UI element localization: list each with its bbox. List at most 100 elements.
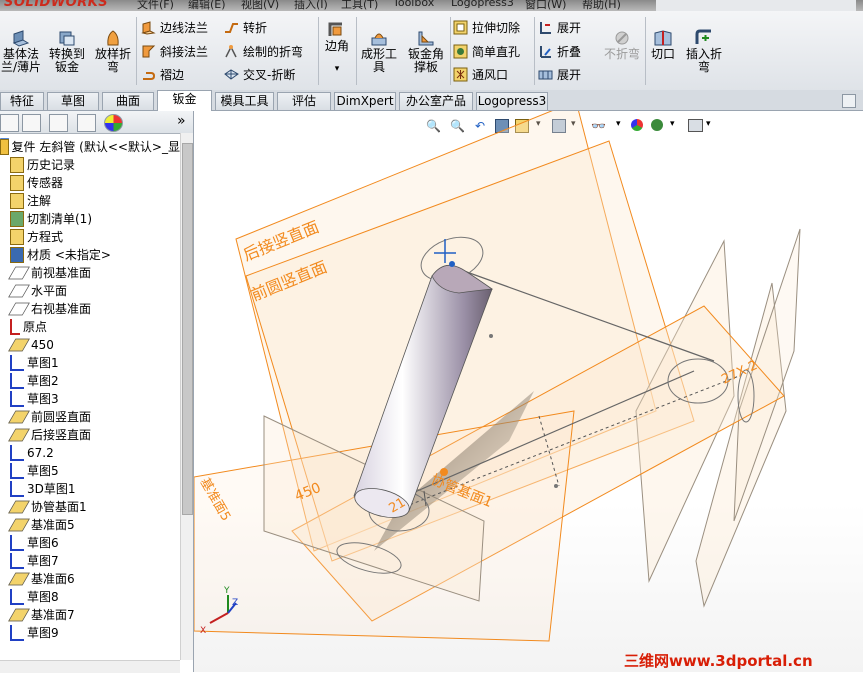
sensor-icon: [10, 175, 24, 191]
scrollbar-thumb[interactable]: [182, 143, 193, 515]
feature-tree-item[interactable]: 草图2: [10, 372, 59, 390]
rip-button[interactable]: 切口: [648, 29, 678, 61]
unfold-label: 展开: [557, 20, 582, 35]
feature-tree-item[interactable]: 切割清单(1): [10, 210, 92, 228]
feature-tree-item[interactable]: 方程式: [10, 228, 63, 246]
feature-tree-item[interactable]: 基准面5: [8, 516, 75, 534]
menu-insert[interactable]: 插入(I): [294, 0, 328, 11]
cross-break-button[interactable]: 交叉-折断: [224, 65, 295, 83]
tab-features[interactable]: 特征: [0, 92, 44, 110]
plane-yellow-icon: [8, 338, 30, 352]
corners-button[interactable]: 边角 ▾: [322, 21, 352, 76]
tab-evaluate[interactable]: 评估: [277, 92, 331, 110]
edge-flange-button[interactable]: 边线法兰: [141, 18, 208, 36]
tab-surfaces[interactable]: 曲面: [102, 92, 154, 110]
menu-file[interactable]: 文件(F): [137, 0, 174, 11]
feature-tree-item[interactable]: 3D草图1: [10, 480, 76, 498]
feature-tree-item[interactable]: 注解: [10, 192, 51, 210]
feature-tree-hscrollbar[interactable]: [0, 660, 180, 673]
feature-tree-item[interactable]: 右视基准面: [8, 300, 91, 318]
fold-button[interactable]: 折叠: [538, 42, 581, 60]
sheetmetal-gusset-button[interactable]: 钣金角 撑板: [403, 29, 449, 74]
menu-toolbox[interactable]: Toolbox: [393, 0, 434, 9]
history-icon: [10, 157, 24, 173]
display-manager-tab-icon[interactable]: [104, 114, 123, 132]
material-icon: [10, 247, 24, 263]
edge-flange-icon: [141, 20, 156, 35]
graphics-area[interactable]: 🔍 🔍 ↶ ▾ ▾ 👓 ▾ ▾ ▾ 后接竖直面 前圆竖直面 450 协管基面1 …: [194, 111, 863, 672]
feature-tree-item[interactable]: 450: [8, 336, 54, 354]
tab-sketch[interactable]: 草图: [47, 92, 99, 110]
dimxpert-manager-tab-icon[interactable]: [77, 114, 96, 132]
tab-office-products[interactable]: 办公室产品: [399, 92, 473, 110]
corners-dropdown-icon[interactable]: ▾: [322, 63, 352, 76]
menu-window[interactable]: 窗口(W): [525, 0, 566, 11]
feature-tree-item[interactable]: 前视基准面: [8, 264, 91, 282]
tab-sheetmetal[interactable]: 钣金: [157, 90, 212, 111]
sketch-point-2[interactable]: [554, 484, 558, 488]
feature-tree-tab-icon[interactable]: [0, 114, 19, 132]
menu-edit[interactable]: 编辑(E): [188, 0, 226, 11]
tree-root[interactable]: 复件 左斜管 (默认<<默认>_显: [0, 138, 180, 156]
plane-yellow-icon: [8, 428, 30, 442]
convert-to-sheetmetal-button[interactable]: 转换到 钣金: [45, 29, 89, 74]
no-bends-button[interactable]: 不折弯: [600, 29, 644, 61]
flatten-button[interactable]: 展开: [538, 65, 581, 83]
menu-view[interactable]: 视图(V): [241, 0, 279, 11]
feature-tree-item[interactable]: 协管基面1: [8, 498, 87, 516]
hem-button[interactable]: 褶边: [141, 65, 184, 83]
tab-logopress[interactable]: Logopress3: [476, 92, 548, 110]
feature-tree-item[interactable]: 材质 <未指定>: [10, 246, 111, 264]
feature-tree-item[interactable]: 历史记录: [10, 156, 75, 174]
feature-tree-item[interactable]: 水平面: [8, 282, 67, 300]
insert-bends-button[interactable]: 插入折 弯: [682, 29, 726, 74]
feature-tree-item[interactable]: 基准面6: [8, 570, 75, 588]
vent-button[interactable]: 通风口: [453, 65, 508, 83]
sheetmetal-gusset-label: 钣金角 撑板: [407, 47, 444, 74]
property-manager-tab-icon[interactable]: [22, 114, 41, 132]
plane-yellow-icon: [8, 410, 30, 424]
simple-hole-button[interactable]: 简单直孔: [453, 42, 520, 60]
annotation-icon: [10, 193, 24, 209]
sketch-icon: [10, 625, 24, 641]
equation-icon: [10, 229, 24, 245]
feature-tree-item[interactable]: 草图9: [10, 624, 59, 642]
model-viewport[interactable]: 后接竖直面 前圆竖直面 450 协管基面1 基准面5 21 27X-2 Y X …: [194, 111, 863, 672]
tab-dimxpert[interactable]: DimXpert: [334, 92, 396, 110]
feature-tree-item[interactable]: 草图5: [10, 462, 59, 480]
configuration-manager-tab-icon[interactable]: [49, 114, 68, 132]
feature-tree-item[interactable]: 草图3: [10, 390, 59, 408]
feature-tree-item[interactable]: 基准面7: [8, 606, 75, 624]
feature-tree-item[interactable]: 传感器: [10, 174, 63, 192]
menu-help[interactable]: 帮助(H): [582, 0, 621, 11]
sketched-bend-button[interactable]: 绘制的折弯: [224, 42, 303, 60]
command-manager-tabs: 特征 草图 曲面 钣金 模具工具 评估 DimXpert 办公室产品 Logop…: [0, 90, 863, 111]
feature-tree-item[interactable]: 前圆竖直面: [8, 408, 91, 426]
extruded-cut-button[interactable]: 拉伸切除: [453, 18, 520, 36]
feature-tree-item[interactable]: 原点: [10, 318, 47, 336]
tab-mold-tools[interactable]: 模具工具: [215, 92, 274, 110]
miter-flange-button[interactable]: 斜接法兰: [141, 42, 208, 60]
jog-button[interactable]: 转折: [224, 18, 267, 36]
lofted-bend-button[interactable]: 放样折 弯: [93, 29, 133, 74]
lofted-bend-label: 放样折 弯: [94, 47, 131, 74]
feature-tree-item[interactable]: 后接竖直面: [8, 426, 91, 444]
collapse-panel-icon[interactable]: »: [177, 113, 186, 129]
feature-tree-item-label: 67.2: [27, 446, 54, 460]
sketch-icon: [10, 355, 24, 371]
corners-icon: [328, 22, 342, 36]
menu-logopress[interactable]: Logopress3: [451, 0, 514, 9]
cut-list-icon: [10, 211, 24, 227]
menu-tools[interactable]: 工具(T): [341, 0, 378, 11]
sketch-point-1[interactable]: [489, 334, 493, 338]
feature-tree-item[interactable]: 草图1: [10, 354, 59, 372]
forming-tool-button[interactable]: 成形工 具: [359, 29, 399, 74]
feature-tree-item[interactable]: 草图7: [10, 552, 59, 570]
base-flange-button[interactable]: 基体法 兰/薄片: [0, 29, 42, 74]
feature-tree-scrollbar[interactable]: [180, 133, 193, 660]
feature-tree-item[interactable]: 草图6: [10, 534, 59, 552]
restore-icon[interactable]: [842, 94, 856, 108]
unfold-button[interactable]: 展开: [538, 18, 581, 36]
feature-tree-item[interactable]: 草图8: [10, 588, 59, 606]
feature-tree-item[interactable]: 67.2: [10, 444, 54, 462]
